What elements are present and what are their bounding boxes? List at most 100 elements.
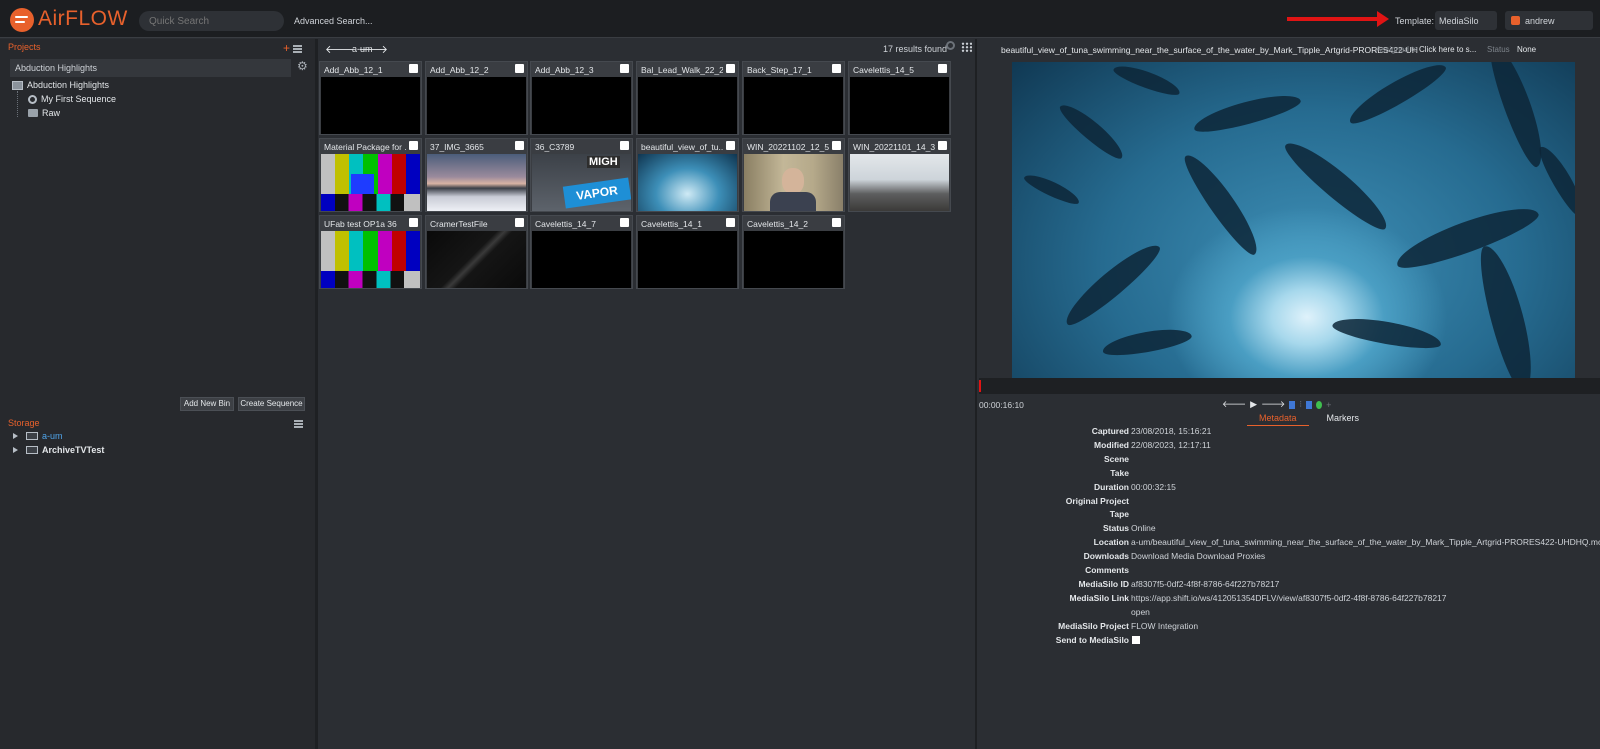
fish-shape [1100,324,1194,360]
app-name[interactable]: AirFLOW [38,7,128,31]
tile-checkbox[interactable] [726,64,735,73]
tile-thumbnail[interactable]: VAPOR MIGH [532,154,631,211]
vapor-label: VAPOR [562,177,631,209]
metadata-value[interactable]: https://app.shift.io/ws/412051354DFLV/vi… [1131,593,1447,603]
expand-icon[interactable] [13,433,18,439]
media-tile[interactable]: 37_IMG_3665 [425,138,528,212]
clear-marks-icon[interactable]: ⁝ [1299,399,1302,410]
top-bar: AirFLOW Advanced Search... Template: Med… [0,0,1600,38]
timeline-scrubber[interactable] [979,378,1600,394]
media-tile[interactable]: Add_Abb_12_1 [319,61,422,135]
tile-thumbnail[interactable] [427,231,526,288]
add-project-icon[interactable]: + [283,42,290,54]
metadata-value[interactable]: open [1131,607,1150,617]
storage-item-a-um[interactable]: a-um [13,431,63,441]
metadata-value[interactable]: Download Media Download Proxies [1131,551,1265,561]
media-tile[interactable]: Cavelettis_14_5 [848,61,951,135]
project-list-icon[interactable] [293,45,302,53]
add-icon[interactable]: + [1326,400,1331,410]
airflow-logo-icon[interactable] [10,8,34,32]
tile-checkbox[interactable] [409,141,418,150]
play-icon[interactable]: ▶ [1250,399,1257,410]
step-forward-icon[interactable]: 🡒 [1261,399,1285,410]
media-tile[interactable]: Cavelettis_14_7 [530,215,633,289]
grid-view-icon[interactable] [961,42,972,52]
tile-thumbnail[interactable] [850,77,949,134]
tile-checkbox[interactable] [726,218,735,227]
tile-thumbnail[interactable] [321,154,420,211]
tile-thumbnail[interactable] [321,77,420,134]
status-value[interactable]: None [1517,45,1536,54]
tile-thumbnail[interactable] [744,154,843,211]
tile-checkbox[interactable] [515,218,524,227]
tile-checkbox[interactable] [515,64,524,73]
create-sequence-button[interactable]: Create Sequence [238,397,305,411]
mark-out-icon[interactable] [1306,400,1313,409]
metadata-key: MediaSilo ID [1078,578,1129,589]
tile-thumbnail[interactable] [850,154,949,211]
tile-thumbnail[interactable] [638,154,737,211]
tile-checkbox[interactable] [620,141,629,150]
tile-checkbox[interactable] [832,218,841,227]
user-menu[interactable]: andrew [1505,11,1593,30]
media-tile[interactable]: 36_C3789 VAPOR MIGH [530,138,633,212]
tab-markers[interactable]: Markers [1321,413,1366,426]
tile-checkbox[interactable] [409,218,418,227]
step-back-icon[interactable]: 🡐 [1222,399,1246,410]
tile-thumbnail[interactable] [532,231,631,288]
add-marker-icon[interactable] [1316,400,1323,409]
tile-checkbox[interactable] [620,218,629,227]
tile-thumbnail[interactable] [532,77,631,134]
mark-in-icon[interactable] [1289,400,1296,409]
tree-item-project[interactable]: Abduction Highlights [12,80,109,90]
media-tile[interactable]: WIN_20221102_12_5... [742,138,845,212]
tile-checkbox[interactable] [832,141,841,150]
metadata-value: 22/08/2023, 12:17:11 [1131,439,1211,450]
media-tile[interactable]: Add_Abb_12_2 [425,61,528,135]
quick-search-input[interactable] [139,11,284,31]
project-select[interactable]: Abduction Highlights [10,59,291,77]
tile-thumbnail[interactable] [744,231,843,288]
media-tile[interactable]: Bal_Lead_Walk_22_2 [636,61,739,135]
expand-icon[interactable] [13,447,18,453]
media-tile[interactable]: UFab test OP1a 36 [319,215,422,289]
advanced-search-link[interactable]: Advanced Search... [294,16,373,26]
tile-checkbox[interactable] [620,64,629,73]
tab-metadata[interactable]: Metadata [1247,413,1309,426]
assigned-select[interactable]: Click here to s... [1419,45,1476,54]
breadcrumb[interactable]: a-um [352,44,373,54]
tile-checkbox[interactable] [515,141,524,150]
search-icon[interactable] [946,41,955,50]
send-to-mediasilo-checkbox[interactable] [1132,635,1140,644]
project-settings-gear-icon[interactable]: ⚙ [297,60,309,72]
tile-thumbnail[interactable] [321,231,420,288]
tile-title: CramerTestFile [430,219,488,229]
media-tile[interactable]: CramerTestFile [425,215,528,289]
playhead[interactable] [979,380,981,392]
tile-thumbnail[interactable] [638,77,737,134]
media-tile[interactable]: Add_Abb_12_3 [530,61,633,135]
tree-item-bin[interactable]: Raw [28,108,60,118]
storage-list-icon[interactable] [294,420,303,428]
media-tile[interactable]: Material Package for ... [319,138,422,212]
tile-thumbnail[interactable] [638,231,737,288]
tile-thumbnail[interactable] [744,77,843,134]
media-tile[interactable]: Cavelettis_14_1 [636,215,739,289]
tile-thumbnail[interactable] [427,77,526,134]
template-select[interactable]: MediaSilo [1435,11,1497,30]
tile-checkbox[interactable] [938,64,947,73]
add-new-bin-button[interactable]: Add New Bin [180,397,234,411]
tile-checkbox[interactable] [832,64,841,73]
tree-item-sequence[interactable]: My First Sequence [28,94,116,104]
tile-checkbox[interactable] [726,141,735,150]
media-tile[interactable]: Cavelettis_14_2 [742,215,845,289]
storage-item-archive[interactable]: ArchiveTVTest [13,445,104,455]
tile-checkbox[interactable] [938,141,947,150]
media-tile[interactable]: WIN_20221101_14_3... [848,138,951,212]
tile-thumbnail[interactable] [427,154,526,211]
media-tile[interactable]: Back_Step_17_1 [742,61,845,135]
media-tile[interactable]: beautiful_view_of_tu... [636,138,739,212]
tile-checkbox[interactable] [409,64,418,73]
video-preview[interactable] [1012,62,1575,378]
tile-title: Material Package for ... [324,142,406,152]
